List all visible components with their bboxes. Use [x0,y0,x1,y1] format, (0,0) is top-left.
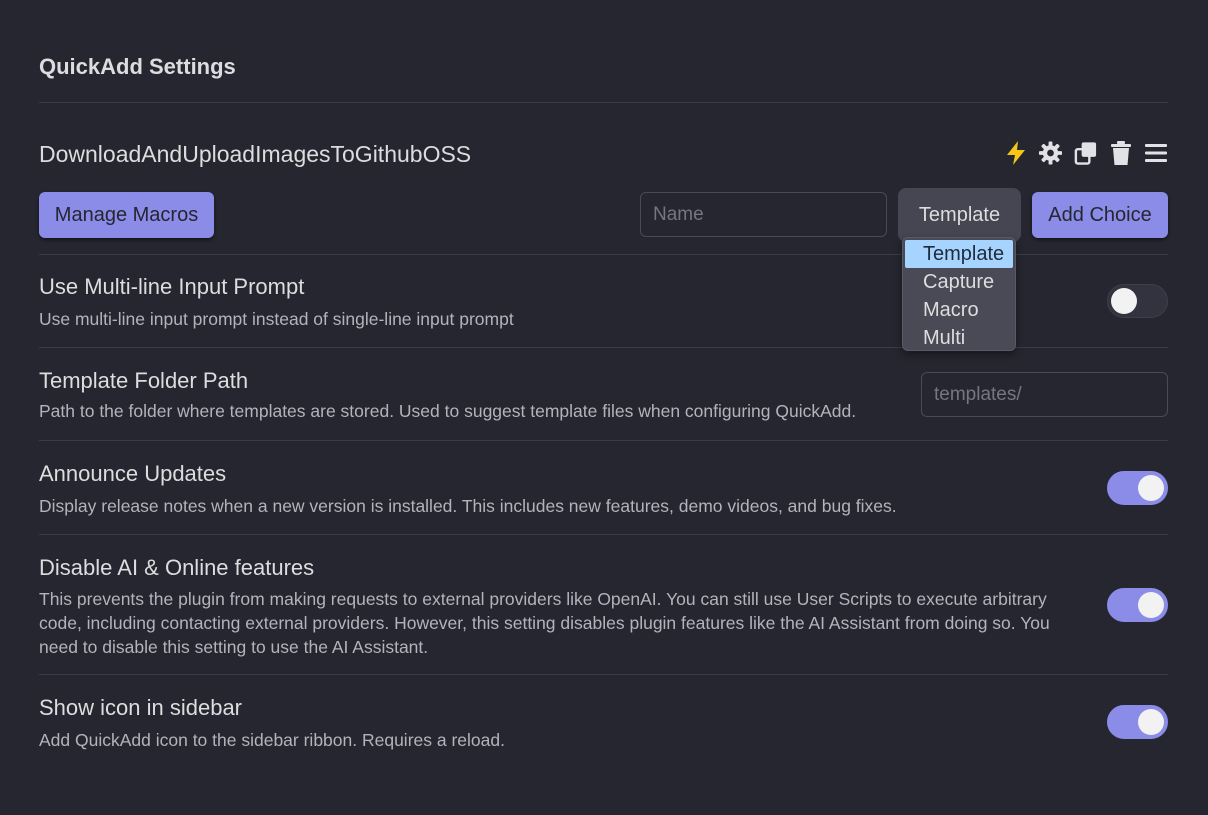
choice-name: DownloadAndUploadImagesToGithubOSS [39,141,472,167]
dropdown-option-capture[interactable]: Capture [905,268,1013,296]
setting-name: Disable AI & Online features [39,555,315,580]
sidebar-icon-toggle[interactable] [1107,705,1168,739]
setting-description: Display release notes when a new version… [39,496,897,516]
setting-description: Add QuickAdd icon to the sidebar ribbon.… [39,730,505,750]
choice-type-dropdown: Template Capture Macro Multi [902,237,1016,351]
dropdown-option-multi[interactable]: Multi [905,324,1013,352]
divider [39,534,1168,535]
dropdown-option-template[interactable]: Template [905,240,1013,268]
divider [39,102,1168,103]
toggle-knob [1111,288,1137,314]
dropdown-option-macro[interactable]: Macro [905,296,1013,324]
setting-name: Announce Updates [39,461,227,486]
choice-name-input[interactable] [640,192,887,237]
toggle-knob [1138,475,1164,501]
announce-updates-toggle[interactable] [1107,471,1168,505]
manage-macros-button[interactable]: Manage Macros [39,192,214,238]
setting-name: Use Multi-line Input Prompt [39,274,305,299]
template-folder-input[interactable] [921,372,1168,417]
toggle-knob [1138,592,1164,618]
trash-icon[interactable] [1108,139,1133,167]
setting-name: Show icon in sidebar [39,695,243,720]
setting-description: This prevents the plugin from making req… [39,589,1050,657]
lightning-icon[interactable] [1003,139,1028,167]
divider [39,674,1168,675]
setting-name: Template Folder Path [39,368,249,393]
duplicate-icon[interactable] [1073,139,1098,167]
disable-ai-toggle[interactable] [1107,588,1168,622]
setting-description: Use multi-line input prompt instead of s… [39,309,514,329]
choice-actions [1003,139,1168,167]
menu-icon[interactable] [1143,139,1168,167]
add-choice-button[interactable]: Add Choice [1032,192,1168,238]
choice-type-select[interactable]: Template [898,188,1021,242]
multiline-prompt-toggle[interactable] [1107,284,1168,318]
setting-description: Path to the folder where templates are s… [39,401,857,421]
page-title: QuickAdd Settings [39,54,236,79]
divider [39,440,1168,441]
settings-page: QuickAdd Settings DownloadAndUploadImage… [0,0,1208,815]
gear-icon[interactable] [1038,139,1063,167]
toggle-knob [1138,709,1164,735]
